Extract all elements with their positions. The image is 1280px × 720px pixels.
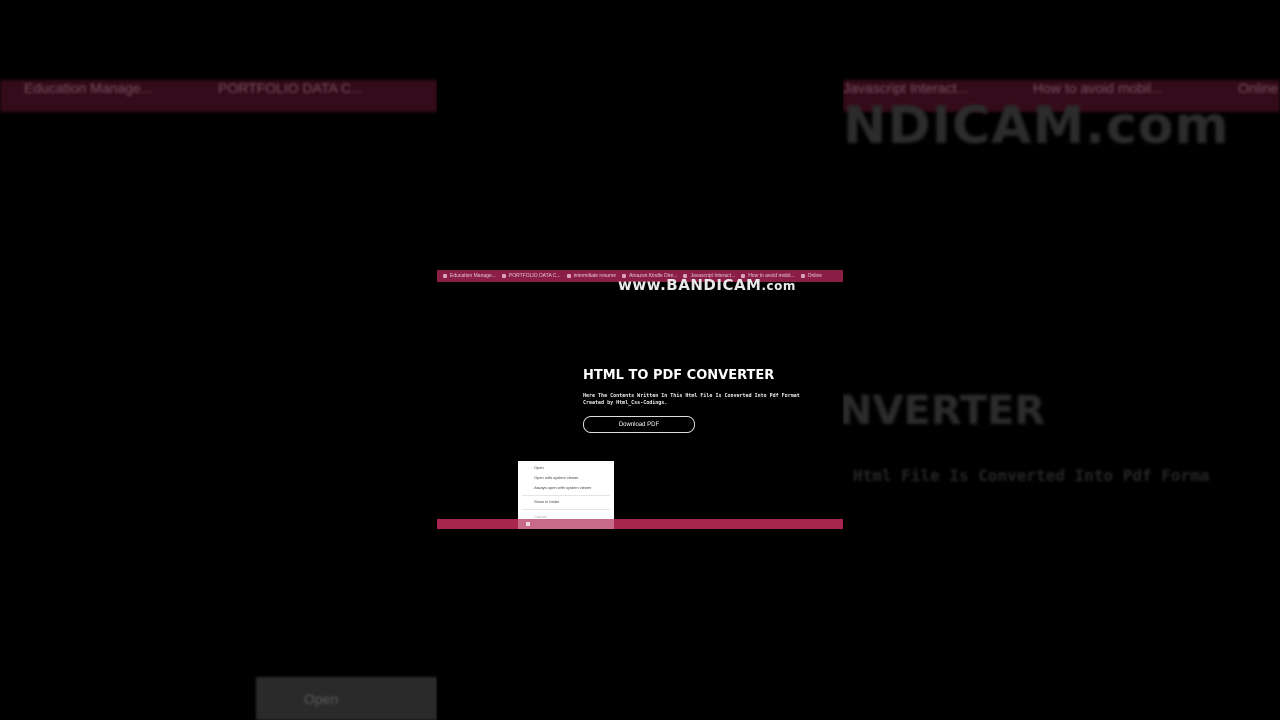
blurred-tab: Javascript Interact...	[843, 80, 969, 96]
bookmark-item[interactable]: intermitiate resume	[561, 273, 617, 279]
menu-divider	[522, 509, 610, 510]
download-pdf-button[interactable]: Download PDF	[583, 416, 695, 433]
description-line: Created by Html_Css-Codings.	[583, 400, 668, 406]
page-description: Here The Contents Written In This Html F…	[583, 393, 800, 407]
bookmark-label: intermitiate resume	[573, 273, 617, 279]
blurred-background-right: Javascript Interact... How to avoid mobi…	[843, 0, 1280, 720]
screen-recording: Education Manage... PORTFOLIO DATA C... …	[437, 0, 843, 720]
blurred-watermark: NDICAM.com	[843, 96, 1230, 156]
blurred-open-label: Open	[304, 691, 339, 707]
blurred-open-button: Open	[256, 677, 437, 720]
watermark-suffix: .com	[761, 279, 796, 293]
menu-item-show-in-folder[interactable]: Show in folder	[534, 499, 559, 504]
download-bar	[437, 519, 843, 529]
blurred-tab: How to avoid mobil...	[1033, 80, 1163, 96]
bookmark-icon	[566, 274, 571, 278]
blurred-tab: Education Manage...	[24, 80, 153, 96]
blurred-title: NVERTER	[843, 388, 1046, 434]
blurred-tab: PORTFOLIO DATA C...	[218, 80, 363, 96]
menu-item-always-open-with-system-viewer[interactable]: Always open with system viewer	[534, 485, 591, 490]
bookmark-icon	[501, 274, 506, 278]
blurred-tab: Online	[1238, 80, 1279, 96]
pdf-file-icon	[526, 522, 530, 526]
bookmark-item[interactable]: Education Manage...	[437, 273, 496, 279]
bookmark-label: PORTFOLIO DATA C...	[508, 273, 561, 279]
bookmark-item[interactable]: Online	[795, 273, 822, 279]
bookmark-icon	[800, 274, 805, 278]
watermark-text: www.BANDICAM	[618, 276, 762, 294]
bookmark-icon	[443, 274, 447, 278]
blurred-subtitle: Html File Is Converted Into Pdf Forma	[853, 466, 1210, 485]
bookmark-item[interactable]: PORTFOLIO DATA C...	[496, 273, 561, 279]
download-item[interactable]	[518, 519, 614, 529]
description-line: Here The Contents Written In This Html F…	[583, 393, 800, 399]
video-frame: Education Manage... PORTFOLIO DATA C... …	[0, 0, 1280, 720]
menu-item-open-with-system-viewer[interactable]: Open with system viewer	[534, 475, 578, 480]
blurred-background-left: Education Manage... PORTFOLIO DATA C... …	[0, 0, 437, 720]
bookmark-label: Online	[807, 273, 823, 279]
bookmark-label: Education Manage...	[450, 273, 496, 279]
menu-divider	[522, 495, 610, 496]
menu-item-open[interactable]: Open	[534, 465, 544, 470]
download-context-menu: Open Open with system viewer Always open…	[518, 461, 614, 523]
bandicam-watermark: www.BANDICAM.com	[618, 276, 796, 294]
page-title: HTML TO PDF CONVERTER	[583, 368, 775, 383]
